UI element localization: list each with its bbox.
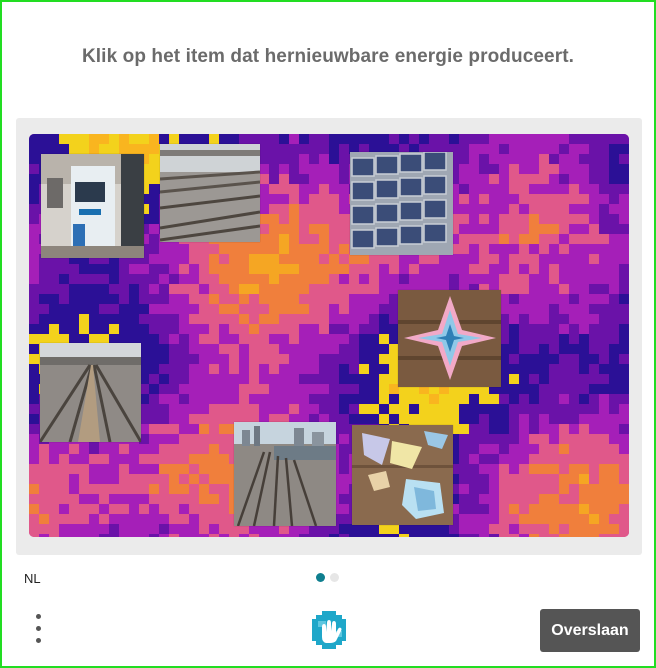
skip-button[interactable]: Overslaan [540, 609, 640, 652]
tile-solar-panels[interactable] [350, 152, 453, 255]
challenge-image[interactable] [29, 134, 629, 537]
tile-atm-kiosk[interactable] [41, 154, 144, 258]
hcaptcha-hand-icon [312, 611, 346, 649]
railway-tracks-image [160, 144, 260, 242]
railway-tracks-image [40, 343, 141, 442]
origami-pieces-image [352, 425, 453, 525]
challenge-prompt: Klik op het item dat hernieuwbare energi… [81, 46, 575, 67]
more-options-icon[interactable] [28, 612, 50, 646]
tile-railway-city[interactable] [234, 422, 336, 526]
tile-railway-tracks-1[interactable] [160, 144, 260, 242]
origami-flower-image [398, 290, 501, 387]
railway-city-image [234, 422, 336, 526]
tile-railway-tracks-2[interactable] [40, 343, 141, 442]
page-dot-active[interactable] [316, 573, 325, 582]
page-dot-inactive[interactable] [330, 573, 339, 582]
language-selector[interactable]: NL [24, 571, 41, 586]
tile-origami-flower[interactable] [398, 290, 501, 387]
atm-kiosk-image [41, 154, 144, 258]
captcha-frame: Klik op het item dat hernieuwbare energi… [0, 0, 656, 668]
solar-panels-image [350, 152, 453, 255]
tile-origami-pieces[interactable] [352, 425, 453, 525]
challenge-stage [16, 118, 642, 555]
